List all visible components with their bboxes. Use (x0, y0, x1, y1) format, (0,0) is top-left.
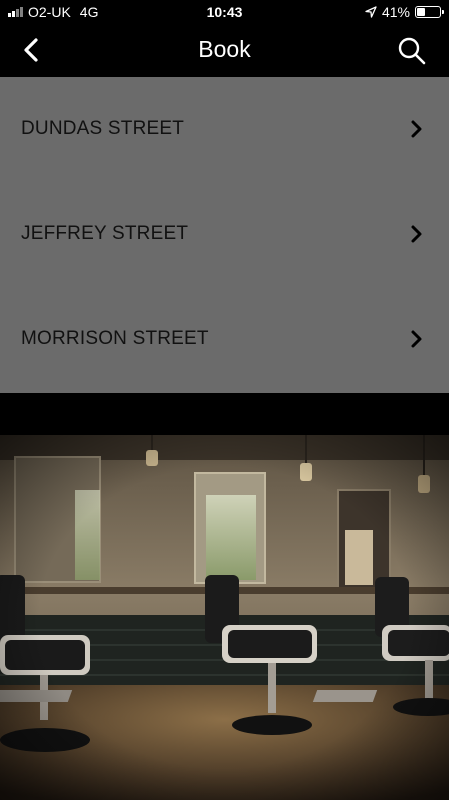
location-arrow-icon (365, 6, 377, 18)
chevron-right-icon (411, 330, 422, 348)
chevron-right-icon (411, 120, 422, 138)
page-title: Book (198, 36, 251, 62)
location-item-morrison-street[interactable]: MORRISON STREET (0, 287, 449, 392)
location-item-jeffrey-street[interactable]: JEFFREY STREET (0, 182, 449, 287)
status-right: 41% (365, 4, 444, 20)
search-icon[interactable] (397, 36, 427, 66)
battery-icon (415, 6, 444, 18)
battery-percent: 41% (381, 4, 410, 20)
nav-bar: Book (0, 24, 449, 77)
location-label: JEFFREY STREET (21, 223, 189, 244)
location-label: DUNDAS STREET (21, 118, 185, 139)
location-label: MORRISON STREET (21, 328, 209, 349)
spacer (0, 393, 449, 435)
location-item-dundas-street[interactable]: DUNDAS STREET (0, 77, 449, 182)
barbershop-interior-image (0, 435, 449, 800)
location-list: DUNDAS STREET JEFFREY STREET MORRISON ST… (0, 77, 449, 393)
status-bar: O2-UK 4G 10:43 41% (0, 0, 449, 24)
chevron-right-icon (411, 225, 422, 243)
